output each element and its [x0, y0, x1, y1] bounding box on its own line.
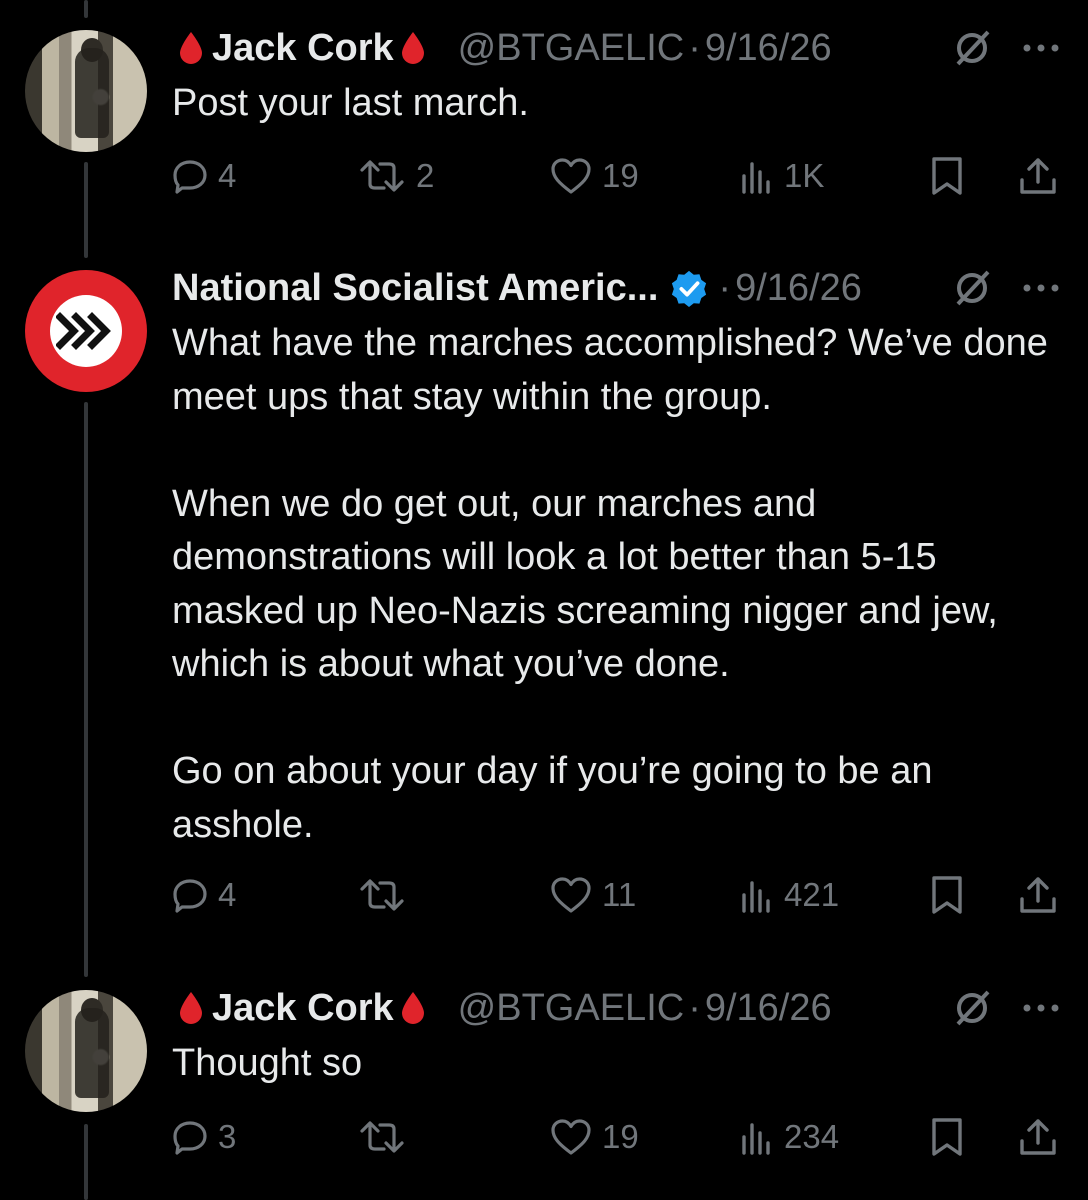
bookmark-icon — [932, 876, 962, 914]
grok-icon[interactable] — [952, 268, 992, 308]
reply-icon — [173, 160, 207, 194]
views-icon — [742, 162, 770, 194]
action-bar: 4 11 421 — [172, 873, 1058, 917]
drop-of-blood-icon — [180, 992, 202, 1024]
reply-button[interactable]: 3 — [172, 1115, 236, 1159]
bookmark-button[interactable] — [930, 1115, 964, 1159]
repost-icon — [360, 160, 404, 192]
share-icon — [1020, 877, 1056, 913]
triple-chevron-icon — [56, 312, 111, 350]
share-button[interactable] — [1018, 1115, 1058, 1159]
reply-icon — [173, 1121, 207, 1155]
timestamp[interactable]: 9/16/26 — [705, 987, 832, 1030]
grok-icon[interactable] — [952, 988, 992, 1028]
drop-of-blood-icon — [401, 32, 424, 64]
bookmark-icon — [932, 157, 962, 195]
bookmark-button[interactable] — [930, 154, 964, 198]
repost-icon — [360, 1121, 404, 1153]
reply-count: 4 — [218, 876, 237, 913]
like-count: 11 — [602, 876, 637, 913]
views-icon — [742, 881, 770, 913]
avatar[interactable] — [25, 30, 147, 152]
more-icon[interactable] — [1022, 283, 1060, 293]
bookmark-icon — [932, 1118, 962, 1156]
avatar[interactable] — [25, 990, 147, 1112]
action-bar: 3 19 234 — [172, 1115, 1058, 1159]
thread-line — [84, 162, 88, 258]
tweet-text: Thought so — [172, 1042, 363, 1084]
like-button[interactable]: 19 — [550, 154, 639, 198]
share-icon — [1020, 158, 1056, 194]
more-icon[interactable] — [1022, 43, 1060, 53]
separator: · — [688, 26, 701, 69]
drop-of-blood-icon — [401, 992, 424, 1024]
share-button[interactable] — [1018, 154, 1058, 198]
drop-of-blood-icon — [180, 32, 202, 64]
views-icon — [742, 1123, 770, 1155]
thread-line — [84, 0, 88, 18]
views-button[interactable]: 1K — [740, 154, 824, 198]
like-icon — [551, 877, 591, 913]
like-count: 19 — [602, 1118, 639, 1155]
tweet-text: Post your last march. — [172, 82, 529, 124]
like-count: 19 — [602, 157, 639, 194]
action-bar: 4 2 19 1K — [172, 154, 1058, 198]
handle[interactable]: @BTGAELIC — [458, 987, 685, 1030]
separator: · — [718, 266, 732, 309]
like-button[interactable]: 11 — [550, 873, 636, 917]
share-icon — [1020, 1119, 1056, 1155]
views-count: 1K — [784, 157, 825, 194]
thread-line — [84, 402, 88, 977]
thread-line — [84, 1124, 88, 1200]
views-count: 421 — [784, 876, 840, 913]
timestamp[interactable]: 9/16/26 — [735, 267, 862, 310]
repost-button[interactable] — [358, 873, 416, 917]
like-icon — [551, 158, 591, 194]
repost-icon — [360, 879, 404, 911]
handle[interactable]: @BTGAELIC — [458, 27, 685, 70]
timestamp[interactable]: 9/16/26 — [705, 27, 832, 70]
avatar[interactable] — [25, 270, 147, 392]
share-button[interactable] — [1018, 873, 1058, 917]
reply-count: 4 — [218, 157, 237, 194]
repost-button[interactable] — [358, 1115, 416, 1159]
reply-button[interactable]: 4 — [172, 873, 236, 917]
more-icon[interactable] — [1022, 1003, 1060, 1013]
reply-icon — [173, 879, 207, 913]
views-button[interactable]: 421 — [740, 873, 839, 917]
display-name[interactable]: National Socialist Americ... — [172, 267, 658, 310]
verified-badge-icon — [672, 270, 707, 307]
separator: · — [688, 986, 701, 1029]
display-name[interactable]: Jack Cork — [212, 27, 394, 70]
repost-button[interactable]: 2 — [358, 154, 434, 198]
like-icon — [551, 1119, 591, 1155]
repost-count: 2 — [416, 157, 435, 194]
views-count: 234 — [784, 1118, 840, 1155]
tweet-text: What have the marches accomplished? We’v… — [172, 322, 1048, 846]
views-button[interactable]: 234 — [740, 1115, 839, 1159]
reply-button[interactable]: 4 — [172, 154, 236, 198]
grok-icon[interactable] — [952, 28, 992, 68]
bookmark-button[interactable] — [930, 873, 964, 917]
display-name[interactable]: Jack Cork — [212, 987, 394, 1030]
reply-count: 3 — [218, 1118, 237, 1155]
like-button[interactable]: 19 — [550, 1115, 639, 1159]
